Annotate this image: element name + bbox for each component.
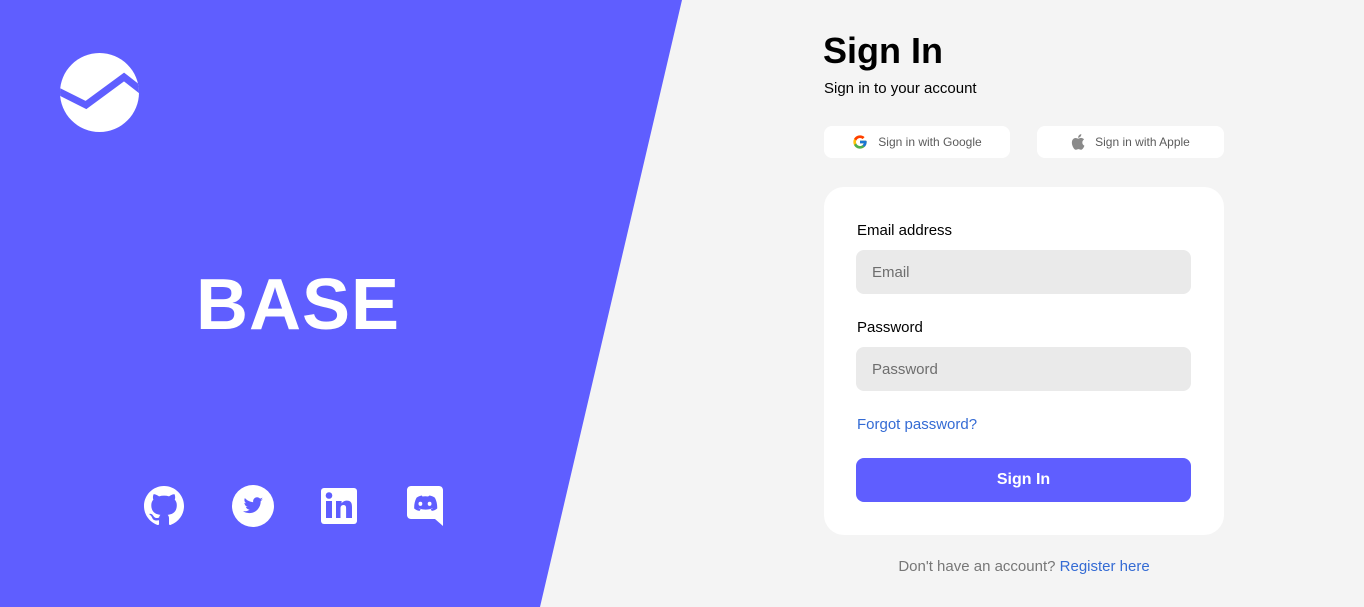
chart-line-logo-icon — [60, 53, 139, 132]
linkedin-icon[interactable] — [318, 485, 360, 527]
forgot-password-link[interactable]: Forgot password? — [857, 416, 977, 434]
apple-signin-button[interactable]: Sign in with Apple — [1037, 126, 1224, 158]
sign-in-button[interactable]: Sign In — [856, 458, 1191, 502]
twitter-icon[interactable] — [232, 485, 274, 527]
register-prompt-text: Don't have an account? — [898, 558, 1056, 575]
google-signin-button[interactable]: Sign in with Google — [824, 126, 1010, 158]
github-icon[interactable] — [143, 485, 185, 527]
signin-form-card: Email address Password Forgot password? … — [824, 187, 1224, 535]
email-field[interactable] — [856, 250, 1191, 294]
password-field[interactable] — [856, 347, 1191, 391]
brand-panel: BASE — [0, 0, 682, 607]
apple-signin-label: Sign in with Apple — [1095, 135, 1190, 149]
google-icon — [852, 134, 868, 150]
apple-icon — [1071, 134, 1085, 150]
discord-icon[interactable] — [404, 485, 446, 527]
social-links — [0, 485, 600, 529]
password-label: Password — [857, 319, 923, 336]
page-title: Sign In — [823, 30, 943, 71]
google-signin-label: Sign in with Google — [878, 135, 982, 149]
brand-name: BASE — [195, 265, 401, 345]
email-label: Email address — [857, 222, 953, 239]
register-prompt: Don't have an account? Register here — [824, 558, 1224, 576]
register-link[interactable]: Register here — [1060, 558, 1150, 575]
page-subtitle: Sign in to your account — [824, 80, 977, 97]
